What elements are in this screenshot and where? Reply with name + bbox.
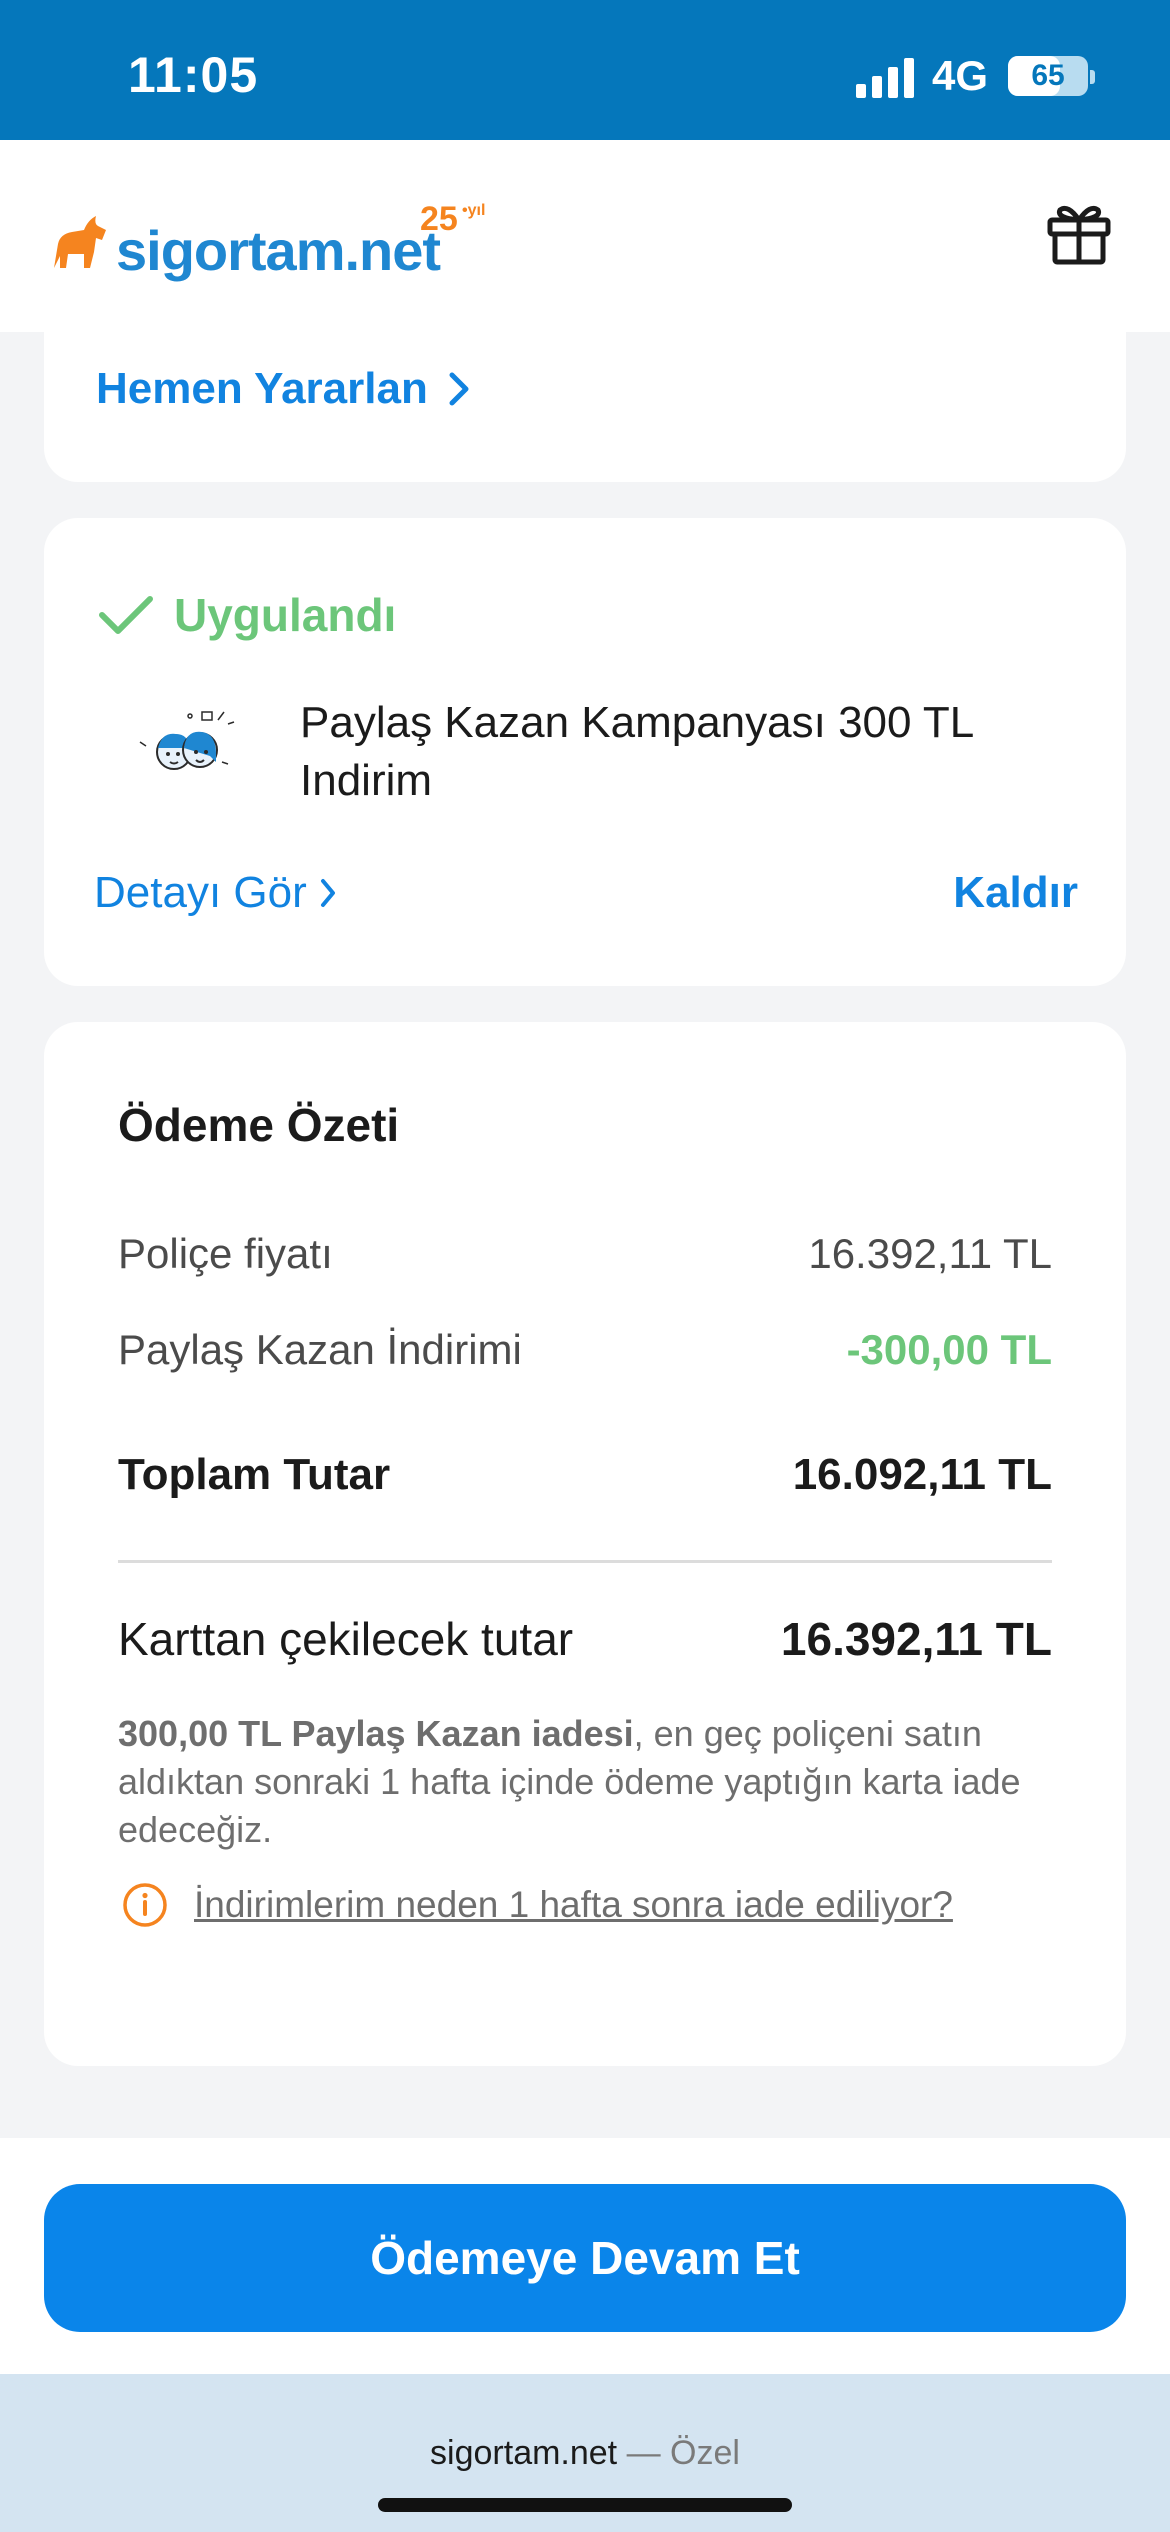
chevron-right-icon xyxy=(449,372,469,406)
applied-status: Uygulandı xyxy=(98,588,396,642)
payment-summary-card: Ödeme Özeti Poliçe fiyatı 16.392,11 TL P… xyxy=(44,1022,1126,2066)
card-charge-row: Karttan çekilecek tutar 16.392,11 TL xyxy=(118,1612,1052,1666)
continue-to-payment-button[interactable]: Ödemeye Devam Et xyxy=(44,2184,1126,2332)
row-value: 16.092,11 TL xyxy=(792,1450,1052,1499)
row-value: -300,00 TL xyxy=(846,1326,1052,1373)
row-label: Poliçe fiyatı xyxy=(118,1230,333,1277)
applied-status-label: Uygulandı xyxy=(174,589,397,641)
row-label: Toplam Tutar xyxy=(118,1450,391,1499)
private-mode-label: — Özel xyxy=(626,2434,740,2472)
check-icon xyxy=(99,596,153,634)
bottom-action-bar: Ödemeye Devam Et xyxy=(0,2138,1170,2374)
policy-price-row: Poliçe fiyatı 16.392,11 TL xyxy=(118,1230,1052,1278)
details-link[interactable]: Detayı Gör xyxy=(94,868,337,918)
sigortam-logo[interactable]: sigortam.net 25 •yıl xyxy=(44,198,504,288)
refund-info-link[interactable]: İndirimlerim neden 1 hafta sonra iade ed… xyxy=(122,1882,953,1928)
total-row: Toplam Tutar 16.092,11 TL xyxy=(118,1450,1052,1500)
address-field[interactable]: sigortam.net — Özel xyxy=(0,2434,1170,2473)
hemen-yararlan-link[interactable]: Hemen Yararlan xyxy=(96,364,470,414)
details-label: Detayı Gör xyxy=(94,868,307,917)
battery-level: 65 xyxy=(1031,59,1065,92)
refund-info-link-label: İndirimlerim neden 1 hafta sonra iade ed… xyxy=(194,1884,953,1925)
browser-address-bar: sigortam.net — Özel xyxy=(0,2374,1170,2532)
logo-anniversary-badge: 25 xyxy=(420,200,458,238)
gift-icon[interactable] xyxy=(1044,198,1114,268)
status-bar: 11:05 4G 65 xyxy=(0,0,1170,140)
remove-discount-button[interactable]: Kaldır xyxy=(953,868,1078,918)
logo-anniversary-suffix: •yıl xyxy=(462,202,486,219)
applied-discount-card: Uygulandı Paylaş Kazan Kampanyası 300 TL… xyxy=(44,518,1126,986)
row-value: 16.392,11 TL xyxy=(780,1613,1052,1665)
network-type: 4G xyxy=(932,52,989,99)
refund-note-bold: 300,00 TL Paylaş Kazan iadesi xyxy=(118,1713,634,1754)
chevron-right-icon xyxy=(320,879,335,907)
row-label: Paylaş Kazan İndirimi xyxy=(118,1326,522,1373)
info-icon xyxy=(123,1883,167,1927)
logo-wordmark: sigortam.net xyxy=(116,219,441,282)
summary-title: Ödeme Özeti xyxy=(118,1099,400,1151)
url-domain: sigortam.net xyxy=(430,2434,618,2472)
discount-row: Paylaş Kazan İndirimi -300,00 TL xyxy=(118,1326,1052,1374)
row-value: 16.392,11 TL xyxy=(808,1230,1052,1277)
divider xyxy=(118,1560,1052,1563)
refund-note: 300,00 TL Paylaş Kazan iadesi, en geç po… xyxy=(118,1710,1038,1854)
signal-icon xyxy=(856,58,914,98)
home-indicator[interactable] xyxy=(378,2498,792,2512)
row-label: Karttan çekilecek tutar xyxy=(118,1613,574,1665)
hemen-yararlan-label: Hemen Yararlan xyxy=(96,364,428,413)
status-time: 11:05 xyxy=(128,47,259,103)
goat-logo-icon xyxy=(54,216,106,268)
campaign-title: Paylaş Kazan Kampanyası 300 TL Indirim xyxy=(300,698,973,805)
promo-card: Hemen Yararlan xyxy=(44,300,1126,482)
share-earn-illustration-icon xyxy=(139,711,235,770)
battery-icon: 65 xyxy=(1008,56,1088,96)
battery-nub xyxy=(1090,70,1095,84)
